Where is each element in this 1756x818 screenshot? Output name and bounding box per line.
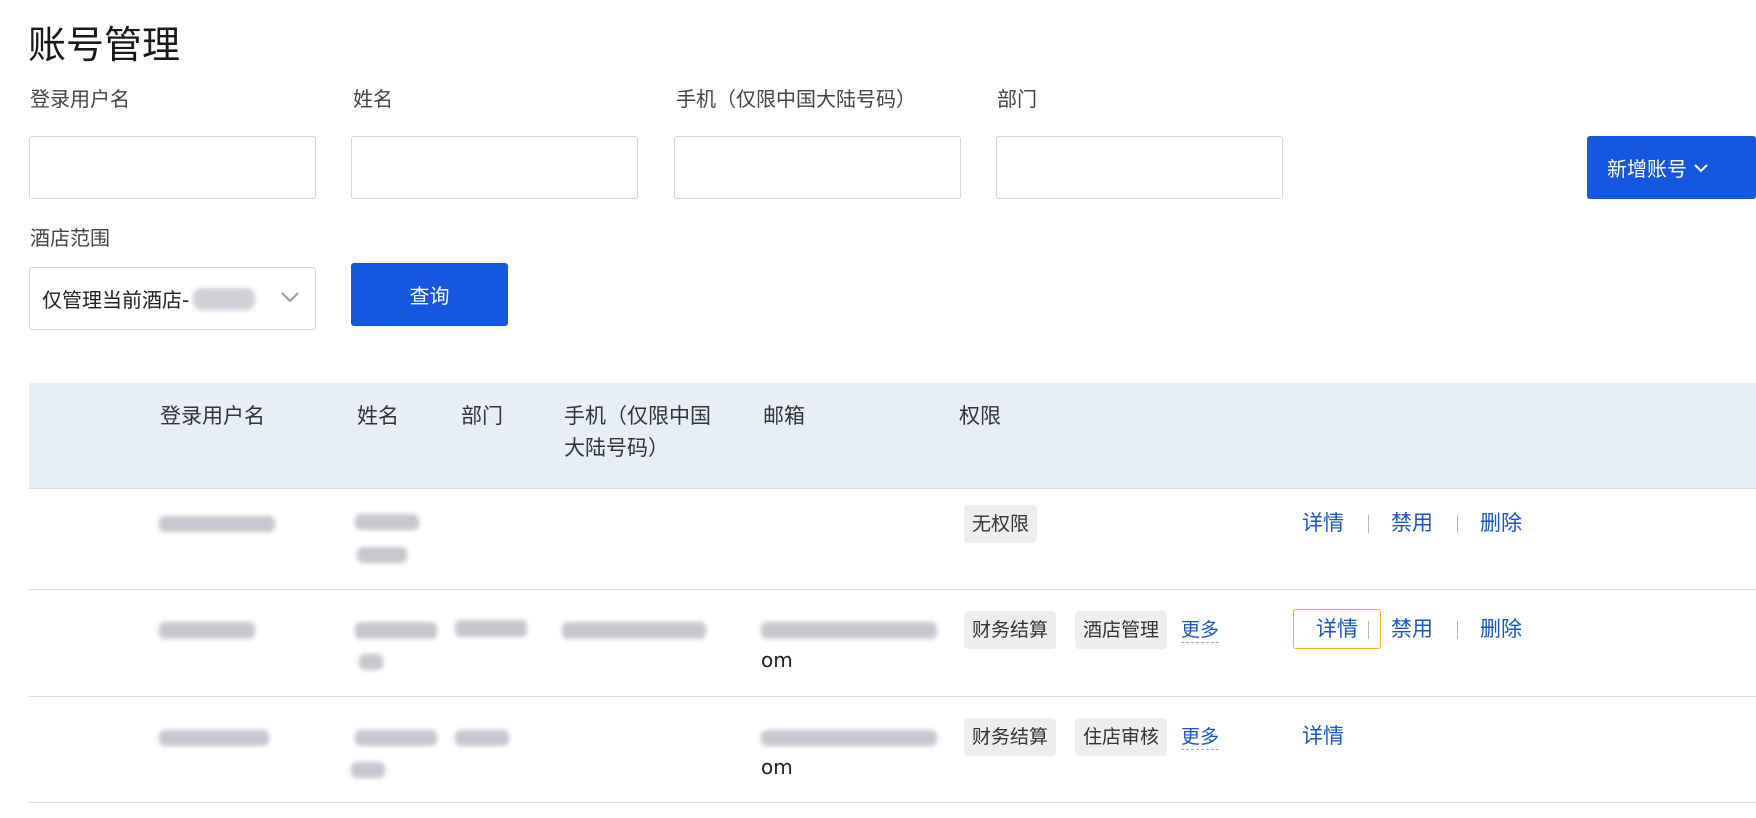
- permission-tag: 财务结算: [964, 611, 1057, 649]
- delete-link[interactable]: 删除: [1480, 508, 1522, 538]
- detail-link[interactable]: 详情: [1302, 721, 1344, 751]
- disable-link[interactable]: 禁用: [1391, 508, 1433, 538]
- redacted-name: [355, 514, 419, 530]
- email-suffix: om: [761, 648, 793, 672]
- name-input[interactable]: [351, 136, 638, 199]
- query-button[interactable]: 查询: [351, 263, 508, 326]
- redacted-name: [359, 654, 383, 670]
- column-header-name: 姓名: [357, 404, 399, 428]
- permission-tag: 住店审核: [1075, 718, 1168, 756]
- email-suffix: om: [761, 755, 793, 779]
- query-label: 查询: [409, 284, 450, 308]
- redacted-username: [159, 730, 269, 746]
- column-header-permissions: 权限: [959, 404, 1001, 428]
- redacted-name: [355, 622, 437, 639]
- page-title: 账号管理: [28, 23, 181, 67]
- delete-link[interactable]: 删除: [1480, 614, 1522, 644]
- separator: [1368, 621, 1369, 639]
- disable-link[interactable]: 禁用: [1391, 614, 1433, 644]
- permission-tag: 酒店管理: [1075, 611, 1168, 649]
- redacted-email: [761, 622, 937, 639]
- redacted-username: [159, 516, 275, 532]
- redacted-dept: [455, 730, 509, 746]
- column-header-phone-line2: 大陆号码）: [564, 436, 669, 460]
- column-header-email: 邮箱: [763, 404, 805, 428]
- column-header-dept: 部门: [461, 404, 503, 428]
- username-input[interactable]: [29, 136, 316, 199]
- chevron-down-icon: [1694, 163, 1708, 172]
- separator: [1457, 621, 1458, 639]
- redacted-name: [357, 547, 407, 563]
- redacted-hotel-name: [193, 287, 256, 310]
- hotel-scope-label: 酒店范围: [30, 226, 110, 250]
- dept-input[interactable]: [996, 136, 1283, 199]
- name-label: 姓名: [353, 87, 393, 111]
- permission-tag: 无权限: [964, 505, 1038, 543]
- more-permissions-link[interactable]: 更多: [1181, 618, 1220, 643]
- add-account-button[interactable]: 新增账号: [1587, 136, 1756, 199]
- row-divider: [29, 696, 1756, 697]
- hotel-scope-select[interactable]: 仅管理当前酒店-: [29, 267, 316, 330]
- username-label: 登录用户名: [30, 87, 130, 111]
- redacted-email: [761, 730, 937, 746]
- column-header-username: 登录用户名: [160, 404, 265, 428]
- add-account-label: 新增账号: [1607, 157, 1687, 181]
- row-divider: [29, 802, 1756, 803]
- column-header-phone-line1: 手机（仅限中国: [564, 404, 711, 428]
- redacted-phone: [562, 622, 706, 639]
- hotel-scope-value: 仅管理当前酒店-: [42, 288, 190, 312]
- detail-link[interactable]: 详情: [1302, 508, 1344, 538]
- phone-input[interactable]: [674, 136, 961, 199]
- redacted-dept: [455, 620, 527, 637]
- separator: [1368, 515, 1369, 533]
- dept-label: 部门: [997, 87, 1037, 111]
- phone-label: 手机（仅限中国大陆号码）: [676, 87, 916, 111]
- permission-tag: 财务结算: [964, 718, 1057, 756]
- chevron-down-icon: [281, 292, 299, 303]
- redacted-name: [351, 762, 385, 778]
- separator: [1457, 515, 1458, 533]
- redacted-username: [159, 622, 255, 639]
- redacted-name: [355, 730, 437, 746]
- row-divider: [29, 589, 1756, 590]
- more-permissions-link[interactable]: 更多: [1181, 725, 1220, 750]
- table-header: 登录用户名 姓名 部门 手机（仅限中国 大陆号码） 邮箱 权限: [29, 383, 1756, 489]
